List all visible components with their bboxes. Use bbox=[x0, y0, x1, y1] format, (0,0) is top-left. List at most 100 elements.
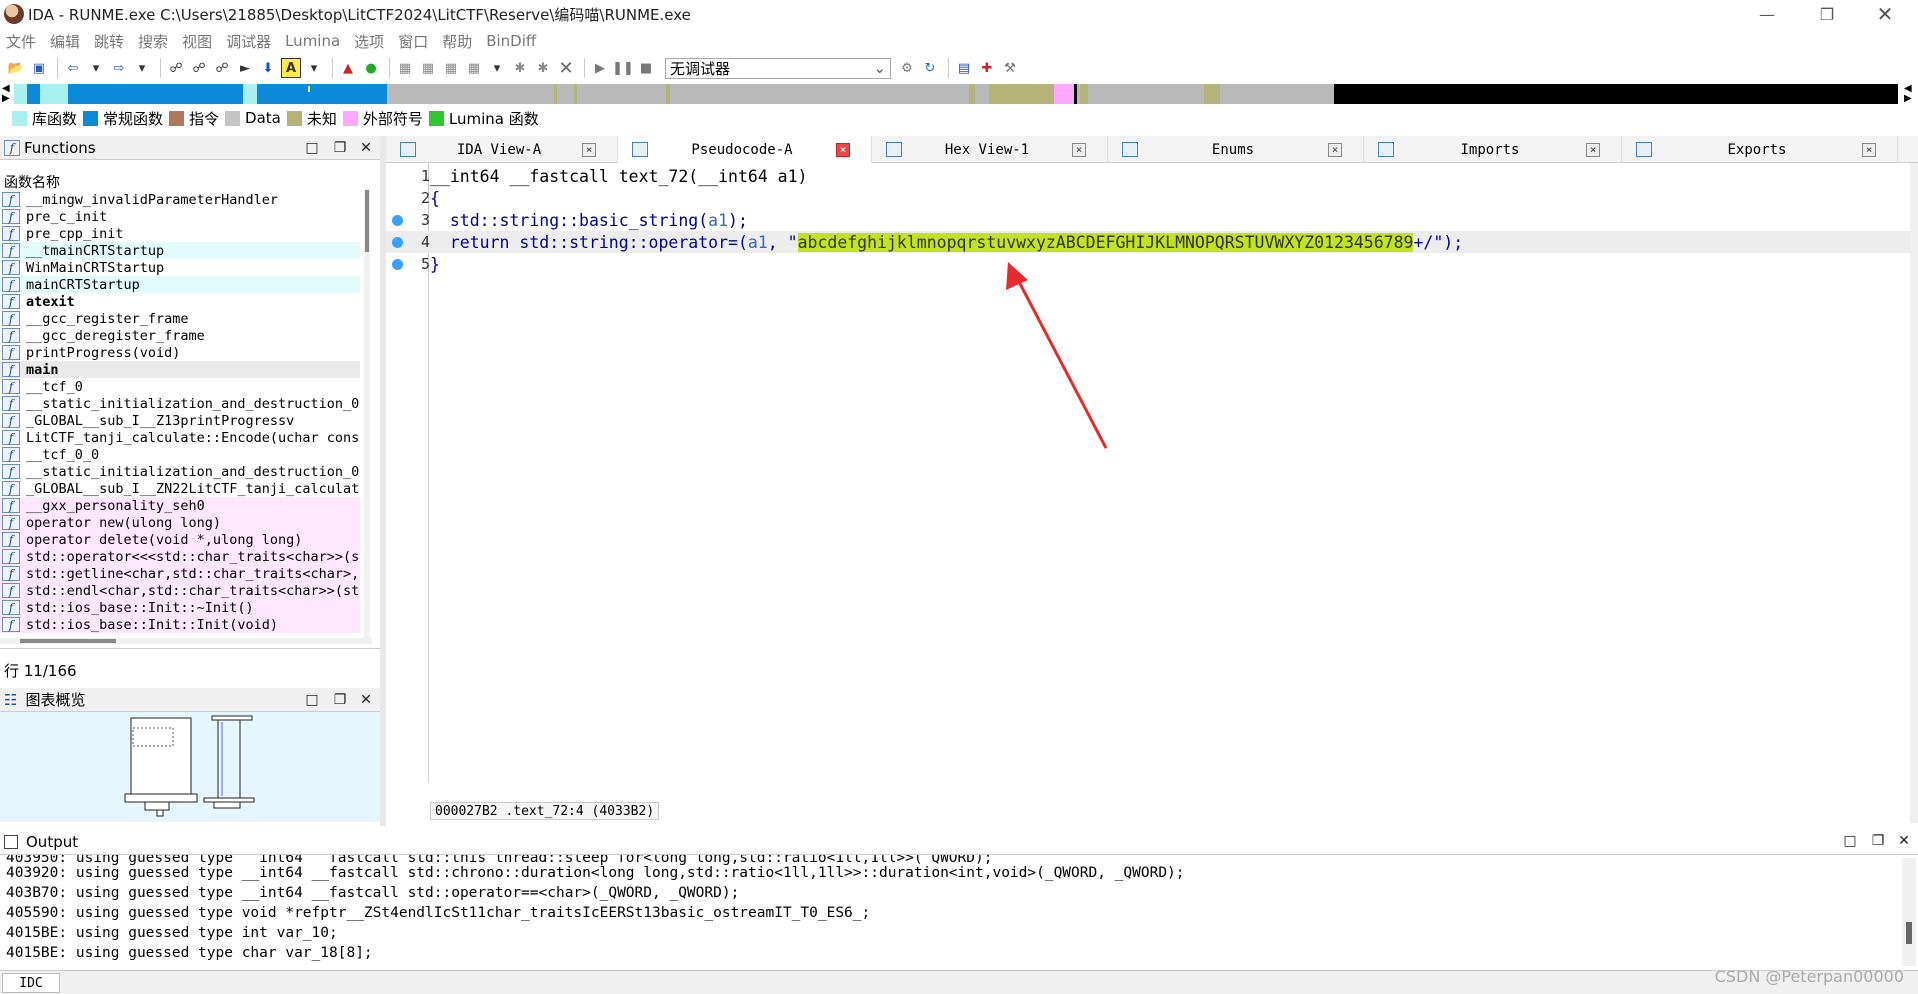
function-row[interactable]: f std::ios_base::Init::Init(void) bbox=[0, 616, 360, 633]
open-icon[interactable]: 📂 bbox=[6, 58, 26, 78]
graph-icon[interactable]: ▲ bbox=[338, 58, 358, 78]
function-row[interactable]: f __gcc_register_frame bbox=[0, 310, 360, 327]
menu-item-5[interactable]: 调试器 bbox=[226, 31, 271, 52]
functions-scrollbar[interactable] bbox=[364, 188, 370, 638]
menu-item-2[interactable]: 跳转 bbox=[94, 31, 124, 52]
menu-item-8[interactable]: 窗口 bbox=[398, 31, 428, 52]
menu-item-3[interactable]: 搜索 bbox=[138, 31, 168, 52]
play-icon[interactable]: ▶ bbox=[590, 58, 610, 78]
struct4-icon[interactable]: ▦ bbox=[464, 58, 484, 78]
refresh-icon[interactable]: ↻ bbox=[920, 58, 940, 78]
menu-item-0[interactable]: 文件 bbox=[6, 31, 36, 52]
function-row[interactable]: f main bbox=[0, 361, 360, 378]
tab-close-icon[interactable]: × bbox=[836, 143, 850, 157]
breakpoint-dot-icon[interactable] bbox=[392, 236, 403, 248]
panel-float-icon[interactable]: ❐ bbox=[330, 138, 350, 158]
panel-restore-icon[interactable]: □ bbox=[1840, 831, 1860, 851]
function-row[interactable]: f __gxx_personality_seh0 bbox=[0, 497, 360, 514]
code-line[interactable]: 4 return std::string::operator=(a1, "abc… bbox=[386, 231, 1918, 253]
breakpoint-dot-icon[interactable] bbox=[392, 258, 403, 270]
binoculars-icon[interactable]: ☍ bbox=[166, 58, 186, 78]
panel-close-icon[interactable]: ✕ bbox=[1894, 831, 1914, 851]
tab-ida-view-a[interactable]: IDA View-A × bbox=[386, 136, 618, 163]
tab-close-icon[interactable]: × bbox=[1862, 143, 1876, 157]
nav-right-arrow[interactable]: ◀ ▶ bbox=[1904, 84, 1916, 104]
function-row[interactable]: f std::getline<char,std::char_traits<char… bbox=[0, 565, 360, 582]
function-row[interactable]: f WinMainCRTStartup bbox=[0, 259, 360, 276]
pause-icon[interactable]: ❚❚ bbox=[612, 58, 634, 78]
function-row[interactable]: f __static_initialization_and_destruction… bbox=[0, 463, 360, 480]
stop-icon[interactable]: ■ bbox=[636, 58, 656, 78]
code-line[interactable]: 3 std::string::basic_string(a1); bbox=[386, 209, 1918, 231]
jump-icon[interactable]: ⬇ bbox=[258, 58, 278, 78]
struct3-icon[interactable]: ▦ bbox=[441, 58, 461, 78]
struct2-icon[interactable]: ▦ bbox=[418, 58, 438, 78]
function-row[interactable]: f pre_c_init bbox=[0, 208, 360, 225]
text-color-icon[interactable]: A bbox=[281, 58, 301, 78]
function-row[interactable]: f pre_cpp_init bbox=[0, 225, 360, 242]
script-icon[interactable]: ▤ bbox=[954, 58, 974, 78]
function-row[interactable]: f std::operator<<<std::char_traits<char>>… bbox=[0, 548, 360, 565]
tab-close-icon[interactable]: × bbox=[582, 143, 596, 157]
menu-item-10[interactable]: BinDiff bbox=[486, 32, 536, 50]
tab-hex-view-1[interactable]: Hex View-1 × bbox=[872, 136, 1108, 163]
menu-item-6[interactable]: Lumina bbox=[285, 32, 340, 50]
function-row[interactable]: f mainCRTStartup bbox=[0, 276, 360, 293]
patch2-icon[interactable]: ✱ bbox=[533, 58, 553, 78]
delete-icon[interactable]: ✕ bbox=[556, 58, 576, 79]
function-row[interactable]: f _GLOBAL__sub_I__ZN22LitCTF_tanji_calcul… bbox=[0, 480, 360, 497]
chevron-down-icon[interactable]: ▾ bbox=[132, 58, 152, 78]
function-row[interactable]: f std::endl<char,std::char_traits<char>>(… bbox=[0, 582, 360, 599]
code-line[interactable]: 5} bbox=[386, 253, 1918, 275]
menu-item-7[interactable]: 选项 bbox=[354, 31, 384, 52]
function-row[interactable]: f _GLOBAL__sub_I__Z13printProgressv bbox=[0, 412, 360, 429]
chevron-down-icon[interactable]: ▾ bbox=[86, 58, 106, 78]
idc-button[interactable]: IDC bbox=[2, 973, 60, 993]
panel-float-icon[interactable]: ❐ bbox=[330, 690, 350, 710]
maximize-button[interactable]: ❐ bbox=[1804, 0, 1850, 28]
breakpoint-dot-icon[interactable] bbox=[392, 214, 403, 226]
run-green-icon[interactable]: ● bbox=[361, 58, 381, 78]
close-button[interactable]: ✕ bbox=[1862, 0, 1908, 28]
function-row[interactable]: f operator delete(void *,ulong long) bbox=[0, 531, 360, 548]
function-row[interactable]: f __static_initialization_and_destruction… bbox=[0, 395, 360, 412]
search-binary-icon[interactable]: ☍ bbox=[212, 58, 232, 78]
back-icon[interactable]: ⇦ bbox=[63, 58, 83, 78]
tab-imports[interactable]: Imports × bbox=[1364, 136, 1622, 163]
search-text-icon[interactable]: ☍ bbox=[189, 58, 209, 78]
function-row[interactable]: f __tmainCRTStartup bbox=[0, 242, 360, 259]
plugin-icon[interactable]: ✚ bbox=[977, 58, 997, 78]
patch-icon[interactable]: ✱ bbox=[510, 58, 530, 78]
tab-close-icon[interactable]: × bbox=[1072, 143, 1086, 157]
chevron-down-icon[interactable]: ▾ bbox=[304, 58, 324, 78]
panel-restore-icon[interactable]: □ bbox=[302, 690, 322, 710]
function-row[interactable]: f std::ios_base::Init::~Init() bbox=[0, 599, 360, 616]
code-line[interactable]: 2{ bbox=[386, 187, 1918, 209]
tab-enums[interactable]: Enums × bbox=[1108, 136, 1364, 163]
function-row[interactable]: f __tcf_0 bbox=[0, 378, 360, 395]
menu-item-9[interactable]: 帮助 bbox=[442, 31, 472, 52]
output-scrollbar[interactable] bbox=[1902, 858, 1916, 966]
function-row[interactable]: f operator new(ulong long) bbox=[0, 514, 360, 531]
tools-icon[interactable]: ⚒ bbox=[1000, 58, 1020, 78]
tab-close-icon[interactable]: × bbox=[1586, 143, 1600, 157]
function-row[interactable]: f atexit bbox=[0, 293, 360, 310]
code-scrollbar[interactable] bbox=[1910, 163, 1918, 823]
panel-close-icon[interactable]: ✕ bbox=[356, 690, 376, 710]
search-next-icon[interactable]: ► bbox=[235, 58, 255, 78]
graph-overview-canvas[interactable] bbox=[0, 712, 380, 822]
code-line[interactable]: 1 __int64 __fastcall text_72(__int64 a1) bbox=[386, 165, 1918, 187]
navigation-band[interactable] bbox=[14, 84, 1898, 104]
struct-icon[interactable]: ▦ bbox=[395, 58, 415, 78]
pseudocode-view[interactable]: 1 __int64 __fastcall text_72(__int64 a1) 2… bbox=[386, 163, 1918, 793]
panel-restore-icon[interactable]: □ bbox=[302, 138, 322, 158]
menu-item-1[interactable]: 编辑 bbox=[50, 31, 80, 52]
function-row[interactable]: f LitCTF_tanji_calculate::Encode(uchar co… bbox=[0, 429, 360, 446]
functions-hscrollbar[interactable] bbox=[0, 638, 372, 644]
minimize-button[interactable]: — bbox=[1744, 0, 1790, 28]
function-row[interactable]: f __gcc_deregister_frame bbox=[0, 327, 360, 344]
nav-left-arrow[interactable]: ◀ ▶ bbox=[2, 84, 14, 104]
tab-close-icon[interactable]: × bbox=[1328, 143, 1342, 157]
debugger-select[interactable]: 无调试器 ⌄ bbox=[665, 57, 891, 79]
panel-float-icon[interactable]: ❐ bbox=[1868, 831, 1888, 851]
